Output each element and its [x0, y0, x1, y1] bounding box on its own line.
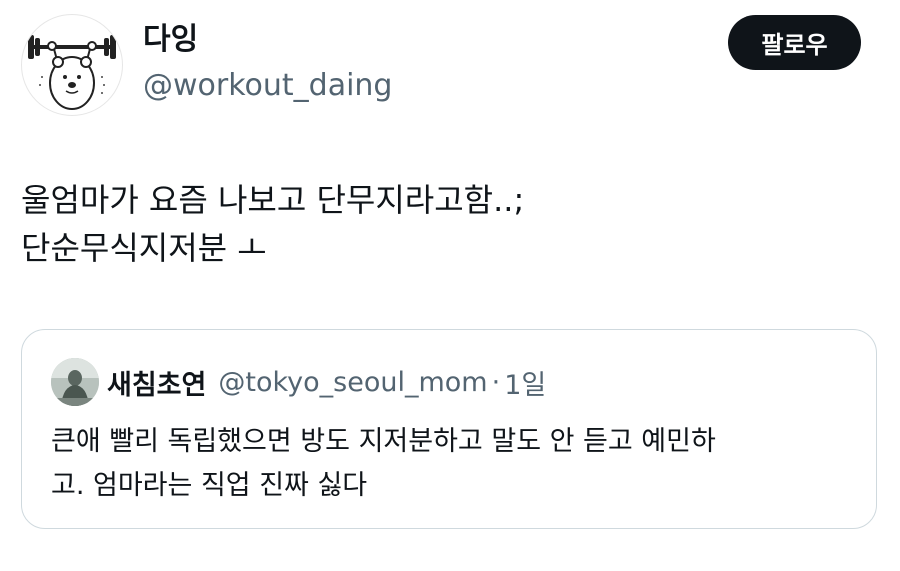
statue-photo-icon: [51, 358, 99, 406]
quoted-tweet-timestamp[interactable]: 1일: [504, 363, 546, 402]
author-handle[interactable]: @workout_daing: [143, 66, 392, 106]
quoted-tweet-header: 새침초연 @tokyo_seoul_mom · 1일: [107, 361, 546, 403]
tweet-text-line: 울엄마가 요즘 나보고 단무지라고함..;: [21, 181, 525, 219]
quoted-tweet-text-line: 고. 엄마라는 직업 진짜 싫다: [51, 470, 368, 501]
tweet-text: 울엄마가 요즘 나보고 단무지라고함..; 단순무식지저분 ㅗ: [21, 176, 881, 272]
quoted-tweet-text: 큰애 빨리 독립했으면 방도 지저분하고 말도 안 듣고 예민하 고. 엄마라는…: [51, 420, 861, 508]
quoted-tweet-text-line: 큰애 빨리 독립했으면 방도 지저분하고 말도 안 듣고 예민하: [51, 426, 716, 457]
separator-dot: ·: [491, 366, 501, 398]
author-display-name[interactable]: 다잉: [143, 20, 198, 60]
quoted-author-display-name[interactable]: 새침초연: [107, 363, 206, 402]
quoted-author-avatar[interactable]: [51, 358, 99, 406]
tweet-text-line: 단순무식지저분 ㅗ: [21, 229, 267, 267]
author-avatar[interactable]: [21, 14, 123, 116]
bear-lifting-barbell-icon: [28, 35, 116, 110]
follow-button[interactable]: 팔로우: [728, 15, 861, 70]
quoted-tweet-card[interactable]: 새침초연 @tokyo_seoul_mom · 1일 큰애 빨리 독립했으면 방…: [21, 329, 877, 529]
quoted-author-handle[interactable]: @tokyo_seoul_mom: [218, 367, 487, 398]
